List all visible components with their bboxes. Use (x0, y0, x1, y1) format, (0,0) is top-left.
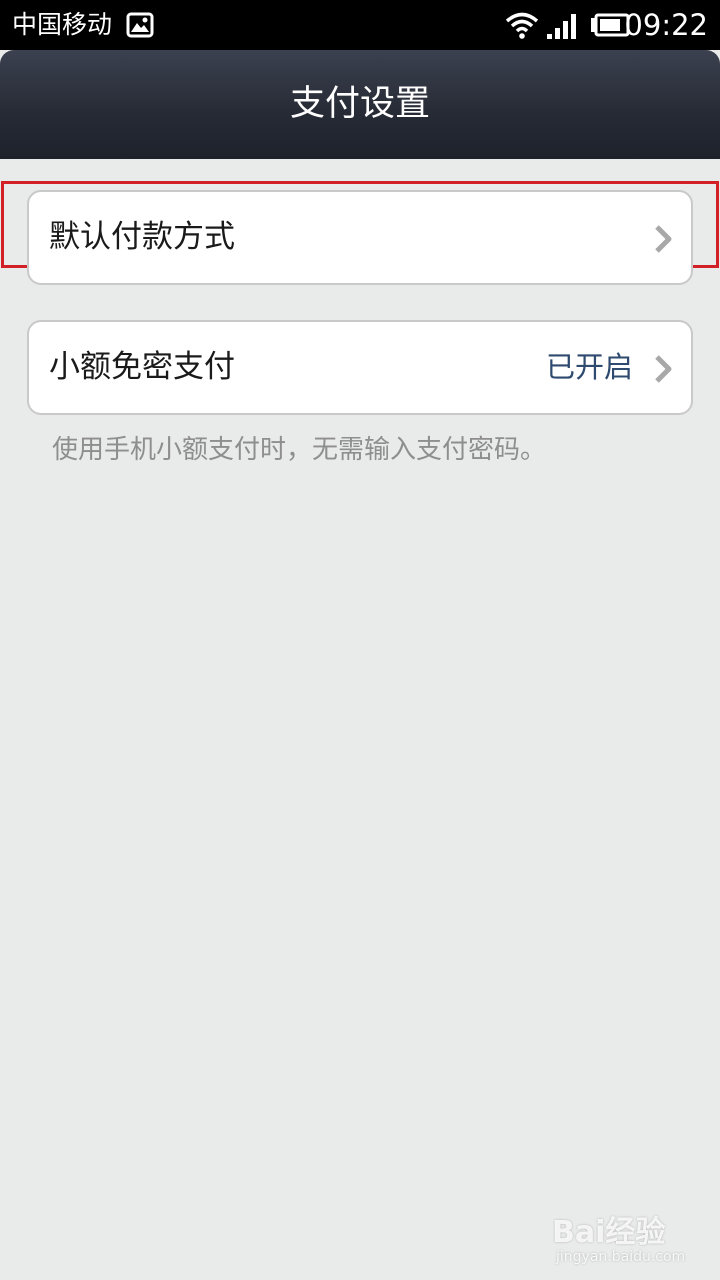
signal-icon (547, 14, 576, 39)
chevron-right-icon (655, 225, 672, 253)
status-bar: 中国移动 09:22 (0, 0, 720, 50)
watermark-logo: Bai经验 (552, 1215, 666, 1250)
watermark-url: jingyan.baidu.com (556, 1249, 686, 1265)
watermark: Bai经验 jingyan.baidu.com (552, 1200, 702, 1270)
setting-item-default-payment[interactable]: 默认付款方式 (27, 190, 693, 285)
setting-item-small-amount-payment[interactable]: 小额免密支付 已开启 (27, 320, 693, 415)
page-title: 支付设置 (289, 84, 430, 124)
setting-item-label: 默认付款方式 (49, 219, 235, 255)
setting-item-value: 已开启 (545, 350, 633, 384)
hint-text: 使用手机小额支付时，无需输入支付密码。 (52, 435, 547, 465)
chevron-right-icon (655, 355, 672, 383)
setting-item-label: 小额免密支付 (49, 349, 235, 385)
gallery-icon (126, 12, 154, 38)
clock: 09:22 (624, 8, 708, 42)
wifi-icon (505, 12, 539, 39)
carrier-name: 中国移动 (12, 10, 113, 39)
